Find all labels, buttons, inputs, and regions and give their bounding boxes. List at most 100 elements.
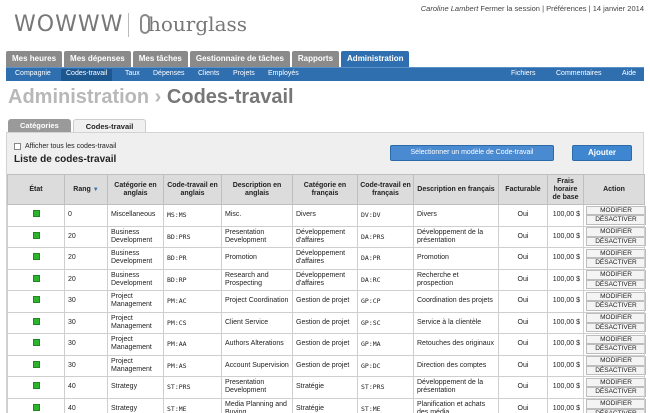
- col-header-categorie-francais[interactable]: Catégorie en français: [292, 174, 358, 205]
- subnav-fichiers[interactable]: Fichiers: [506, 69, 541, 81]
- active-status-icon: [32, 253, 40, 261]
- deactivate-button[interactable]: DÉSACTIVER: [586, 215, 646, 225]
- code-en-cell: BD:RP: [163, 268, 222, 291]
- tab-mes-depenses[interactable]: Mes dépenses: [64, 51, 131, 67]
- description-en-cell: Account Supervision: [221, 354, 293, 377]
- modify-button[interactable]: MODIFIER: [586, 270, 646, 280]
- active-status-icon: [32, 231, 40, 239]
- action-cell: MODIFIERDÉSACTIVER: [583, 290, 646, 313]
- breadcrumb-administration[interactable]: Administration ›: [8, 86, 161, 108]
- tab-categories[interactable]: Catégories: [8, 119, 71, 132]
- description-en-cell: Misc.: [221, 204, 293, 227]
- tab-administration[interactable]: Administration: [341, 51, 410, 67]
- active-status-icon: [32, 296, 40, 304]
- code-fr-cell: DA:PR: [357, 247, 414, 270]
- billable-cell: Oui: [498, 268, 548, 291]
- subnav-depenses[interactable]: Dépenses: [148, 69, 190, 81]
- deactivate-button[interactable]: DÉSACTIVER: [586, 279, 646, 290]
- rank-cell: 40: [64, 397, 108, 413]
- select-model-button[interactable]: Sélectionner un modèle de Code-travail: [390, 145, 554, 161]
- tab-mes-taches[interactable]: Mes tâches: [132, 51, 188, 67]
- deactivate-button[interactable]: DÉSACTIVER: [586, 408, 646, 413]
- current-date: 14 janvier 2014: [592, 4, 644, 13]
- subnav-compagnie[interactable]: Compagnie: [10, 69, 56, 81]
- show-all-checkbox[interactable]: [14, 143, 21, 150]
- category-en-cell: Project Management: [107, 354, 164, 377]
- codes-panel: Afficher tous les codes-travail Liste de…: [6, 132, 646, 413]
- code-fr-cell: DA:RC: [357, 268, 414, 291]
- tab-mes-heures[interactable]: Mes heures: [6, 51, 63, 67]
- table-body: 0 Miscellaneous MS:MS Misc. Divers DV:DV Diver…: [7, 204, 646, 413]
- action-cell: MODIFIERDÉSACTIVER: [583, 333, 646, 356]
- hourglass-logo: hourglass: [140, 12, 247, 36]
- table-row: 20 Business Development BD:PR Promotion Déve…: [7, 247, 646, 270]
- modify-button[interactable]: MODIFIER: [586, 313, 646, 323]
- modify-button[interactable]: MODIFIER: [586, 399, 646, 409]
- logout-link[interactable]: Fermer la session: [480, 4, 540, 13]
- status-cell: [7, 354, 65, 377]
- description-fr-cell: Planification et achats des média: [413, 397, 499, 413]
- deactivate-button[interactable]: DÉSACTIVER: [586, 258, 646, 268]
- deactivate-button[interactable]: DÉSACTIVER: [586, 322, 646, 333]
- subnav-clients[interactable]: Clients: [193, 69, 224, 81]
- status-cell: [7, 311, 65, 334]
- deactivate-button[interactable]: DÉSACTIVER: [586, 387, 646, 397]
- col-header-facturable[interactable]: Facturable: [498, 174, 548, 205]
- rank-cell: 30: [64, 333, 108, 356]
- modify-button[interactable]: MODIFIER: [586, 356, 646, 366]
- col-header-description-anglais[interactable]: Description en anglais: [221, 174, 293, 205]
- code-fr-cell: DV:DV: [357, 204, 414, 227]
- modify-button[interactable]: MODIFIER: [586, 377, 646, 388]
- subnav-commentaires[interactable]: Commentaires: [551, 69, 607, 81]
- col-header-code-anglais[interactable]: Code-travail en anglais: [163, 174, 222, 205]
- hourglass-logo-text: hourglass: [148, 12, 248, 36]
- category-en-cell: Strategy: [107, 376, 164, 399]
- modify-button[interactable]: MODIFIER: [586, 248, 646, 259]
- col-header-frais[interactable]: Frais horaire de base: [547, 174, 584, 205]
- sub-navigation: Compagnie Codes-travail Taux Dépenses Cl…: [6, 67, 644, 81]
- modify-button[interactable]: MODIFIER: [586, 205, 646, 216]
- subnav-codes-travail[interactable]: Codes-travail: [61, 69, 113, 81]
- tab-rapports[interactable]: Rapports: [291, 51, 340, 67]
- modify-button[interactable]: MODIFIER: [586, 227, 646, 237]
- code-en-cell: MS:MS: [163, 204, 222, 227]
- category-fr-cell: Stratégie: [292, 376, 358, 399]
- add-button[interactable]: Ajouter: [572, 145, 632, 161]
- description-en-cell: Promotion: [221, 247, 293, 270]
- col-header-code-francais[interactable]: Code-travail en français: [357, 174, 414, 205]
- tab-codes-travail[interactable]: Codes-travail: [72, 119, 147, 132]
- action-cell: MODIFIERDÉSACTIVER: [583, 247, 646, 270]
- rate-cell: 100,00 $: [547, 290, 584, 313]
- tab-gestionnaire-de-taches[interactable]: Gestionnaire de tâches: [189, 51, 290, 67]
- subnav-projets[interactable]: Projets: [228, 69, 260, 81]
- category-fr-cell: Stratégie: [292, 397, 358, 413]
- col-header-etat[interactable]: État: [7, 174, 65, 205]
- description-en-cell: Authors Alterations: [221, 333, 293, 356]
- deactivate-button[interactable]: DÉSACTIVER: [586, 236, 646, 247]
- description-en-cell: Presentation Development: [221, 225, 293, 248]
- preferences-link[interactable]: Préférences: [546, 4, 586, 13]
- col-header-rang[interactable]: Rang ▼: [64, 174, 108, 205]
- user-name: Caroline Lambert: [420, 4, 479, 13]
- billable-cell: Oui: [498, 290, 548, 313]
- category-fr-cell: Gestion de projet: [292, 354, 358, 377]
- subnav-employes[interactable]: Employés: [263, 69, 304, 81]
- col-header-categorie-anglais[interactable]: Catégorie en anglais: [107, 174, 164, 205]
- billable-cell: Oui: [498, 247, 548, 270]
- deactivate-button[interactable]: DÉSACTIVER: [586, 344, 646, 354]
- rank-cell: 30: [64, 354, 108, 377]
- category-fr-cell: Gestion de projet: [292, 311, 358, 334]
- modify-button[interactable]: MODIFIER: [586, 334, 646, 345]
- deactivate-button[interactable]: DÉSACTIVER: [586, 365, 646, 376]
- description-en-cell: Research and Prospecting: [221, 268, 293, 291]
- subnav-taux[interactable]: Taux: [120, 69, 145, 81]
- code-en-cell: BD:PRS: [163, 225, 222, 248]
- action-cell: MODIFIERDÉSACTIVER: [583, 225, 646, 248]
- billable-cell: Oui: [498, 376, 548, 399]
- table-row: 20 Business Development BD:RP Research and …: [7, 268, 646, 291]
- subnav-aide[interactable]: Aide: [617, 69, 641, 81]
- table-row: 30 Project Management PM:CS Client Service G…: [7, 311, 646, 334]
- col-header-description-francais[interactable]: Description en français: [413, 174, 499, 205]
- modify-button[interactable]: MODIFIER: [586, 291, 646, 302]
- deactivate-button[interactable]: DÉSACTIVER: [586, 301, 646, 311]
